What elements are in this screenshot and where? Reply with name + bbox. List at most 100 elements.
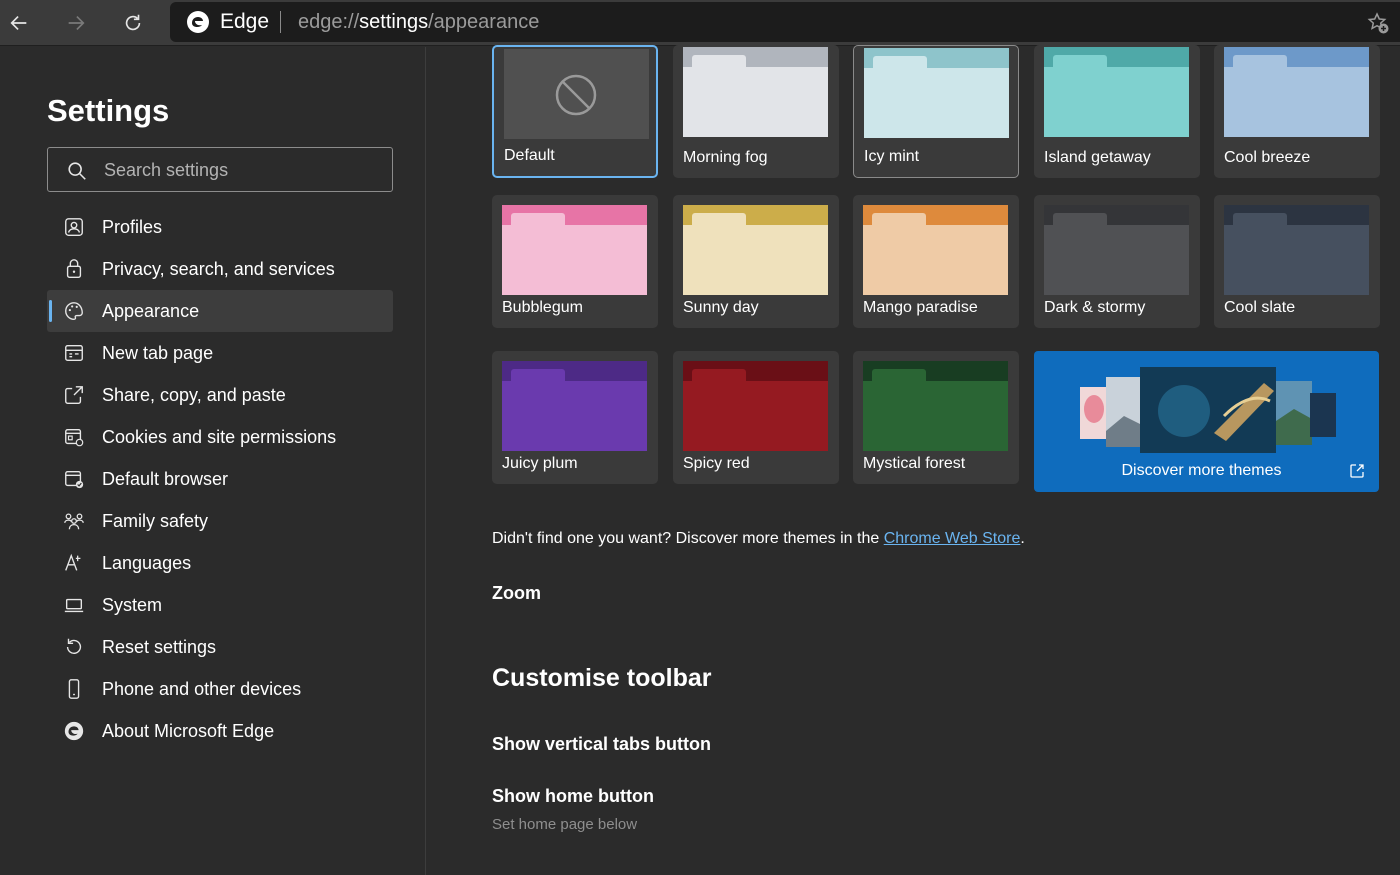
store-suffix: . — [1020, 530, 1025, 547]
theme-preview — [864, 48, 1009, 138]
browser-toolbar: Edge edge://settings/appearance — [0, 0, 1400, 46]
customise-toolbar-heading: Customise toolbar — [492, 664, 712, 692]
languages-icon — [65, 553, 81, 571]
preview-body — [683, 67, 828, 137]
settings-menu: Profiles Privacy, search, and services A… — [47, 206, 393, 752]
sidebar-item-label: New tab page — [102, 343, 214, 363]
theme-preview — [1044, 205, 1189, 295]
theme-preview — [683, 205, 828, 295]
search-settings-box[interactable] — [47, 147, 393, 192]
search-settings-input[interactable] — [104, 156, 384, 184]
sidebar-item-appearance[interactable]: Appearance — [47, 290, 393, 332]
edge-logo-icon — [64, 721, 84, 741]
theme-card-cool-breeze[interactable]: Cool breeze — [1214, 45, 1380, 178]
url-path: /appearance — [428, 11, 540, 33]
profile-icon — [65, 218, 83, 236]
sidebar-item-label: Phone and other devices — [102, 679, 302, 699]
theme-card-juicy-plum[interactable]: Juicy plum — [492, 351, 658, 484]
sidebar-item-phone-devices[interactable]: Phone and other devices — [47, 668, 393, 710]
theme-card-mystical-forest[interactable]: Mystical forest — [853, 351, 1019, 484]
theme-card-sunny-day[interactable]: Sunny day — [673, 195, 839, 328]
sidebar-item-cookies[interactable]: Cookies and site permissions — [47, 416, 393, 458]
palette-icon — [65, 302, 83, 320]
theme-preview — [502, 361, 647, 451]
preview-body — [502, 381, 647, 451]
theme-card-morning-fog[interactable]: Morning fog — [673, 45, 839, 178]
sidebar-item-share-copy-paste[interactable]: Share, copy, and paste — [47, 374, 393, 416]
share-icon — [65, 386, 83, 404]
theme-label: Spicy red — [683, 455, 750, 472]
theme-preview — [502, 205, 647, 295]
url-prefix: edge:// — [298, 11, 360, 33]
theme-label: Sunny day — [683, 299, 759, 316]
theme-preview — [683, 361, 828, 451]
sidebar-item-label: Languages — [102, 553, 192, 573]
sidebar-item-about-edge[interactable]: About Microsoft Edge — [47, 710, 393, 752]
sidebar-item-label: System — [102, 595, 163, 615]
forward-button[interactable] — [59, 7, 93, 39]
theme-card-default[interactable]: Default — [492, 45, 658, 178]
store-text: Didn't find one you want? Discover more … — [492, 530, 884, 547]
sidebar-item-system[interactable]: System — [47, 584, 393, 626]
phone-icon — [68, 679, 80, 699]
sidebar-item-label: About Microsoft Edge — [102, 721, 275, 741]
preview-body — [1224, 67, 1369, 137]
lock-icon — [66, 259, 82, 278]
zoom-heading: Zoom — [492, 583, 541, 603]
theme-card-spicy-red[interactable]: Spicy red — [673, 351, 839, 484]
address-app-name: Edge — [220, 10, 270, 33]
cookies-icon — [65, 428, 84, 447]
arrow-right-icon — [68, 15, 85, 31]
theme-preview — [863, 361, 1008, 451]
settings-sidebar: Settings Profiles Privacy, search, and s… — [0, 47, 426, 875]
chrome-web-store-link[interactable]: Chrome Web Store — [884, 530, 1021, 547]
edge-logo-icon — [187, 11, 209, 33]
theme-preview — [1224, 47, 1369, 137]
sidebar-item-default-browser[interactable]: Default browser — [47, 458, 393, 500]
theme-card-mango-paradise[interactable]: Mango paradise — [853, 195, 1019, 328]
home-button-subtext: Set home page below — [492, 816, 638, 833]
sidebar-item-label: Cookies and site permissions — [102, 427, 337, 447]
theme-card-bubblegum[interactable]: Bubblegum — [492, 195, 658, 328]
sidebar-item-languages[interactable]: Languages — [47, 542, 393, 584]
back-button[interactable] — [2, 7, 36, 39]
sidebar-item-profiles[interactable]: Profiles — [47, 206, 393, 248]
theme-preview — [863, 205, 1008, 295]
sidebar-item-label: Default browser — [102, 469, 229, 489]
sidebar-item-label: Family safety — [102, 511, 209, 531]
theme-preview — [504, 49, 649, 139]
refresh-button[interactable] — [116, 7, 150, 39]
sidebar-item-privacy[interactable]: Privacy, search, and services — [47, 248, 393, 290]
theme-label: Cool slate — [1224, 299, 1296, 316]
laptop-icon — [64, 598, 84, 613]
new-tab-icon — [65, 344, 83, 362]
theme-card-cool-slate[interactable]: Cool slate — [1214, 195, 1380, 328]
theme-label: Mango paradise — [863, 299, 978, 316]
discover-more-themes-label: Discover more themes — [1121, 462, 1282, 479]
url-host: settings — [359, 11, 429, 33]
address-url[interactable]: edge://settings/appearance — [298, 11, 539, 34]
address-bar[interactable]: Edge edge://settings/appearance — [170, 2, 1400, 42]
preview-body — [1044, 67, 1189, 137]
theme-label: Icy mint — [864, 148, 920, 165]
sidebar-item-new-tab-page[interactable]: New tab page — [47, 332, 393, 374]
sidebar-item-label: Privacy, search, and services — [102, 259, 335, 279]
theme-preview — [683, 47, 828, 137]
theme-label: Juicy plum — [502, 455, 578, 472]
sidebar-item-family-safety[interactable]: Family safety — [47, 500, 393, 542]
theme-card-icy-mint[interactable]: Icy mint — [853, 45, 1019, 178]
star-add-icon[interactable] — [1366, 11, 1390, 35]
show-vertical-tabs-setting: Show vertical tabs button — [492, 734, 712, 754]
preview-body — [1044, 225, 1189, 295]
chrome-store-text: Didn't find one you want? Discover more … — [492, 530, 1025, 548]
themes-collage-image — [1080, 367, 1336, 453]
theme-preview — [1224, 205, 1369, 295]
theme-label: Mystical forest — [863, 455, 966, 472]
theme-card-dark-stormy[interactable]: Dark & stormy — [1034, 195, 1200, 328]
theme-label: Bubblegum — [502, 299, 583, 316]
search-icon — [68, 162, 86, 180]
theme-label: Default — [504, 147, 555, 164]
theme-card-island-getaway[interactable]: Island getaway — [1034, 45, 1200, 178]
sidebar-item-reset-settings[interactable]: Reset settings — [47, 626, 393, 668]
discover-more-themes-card[interactable]: Discover more themes — [1034, 351, 1379, 492]
